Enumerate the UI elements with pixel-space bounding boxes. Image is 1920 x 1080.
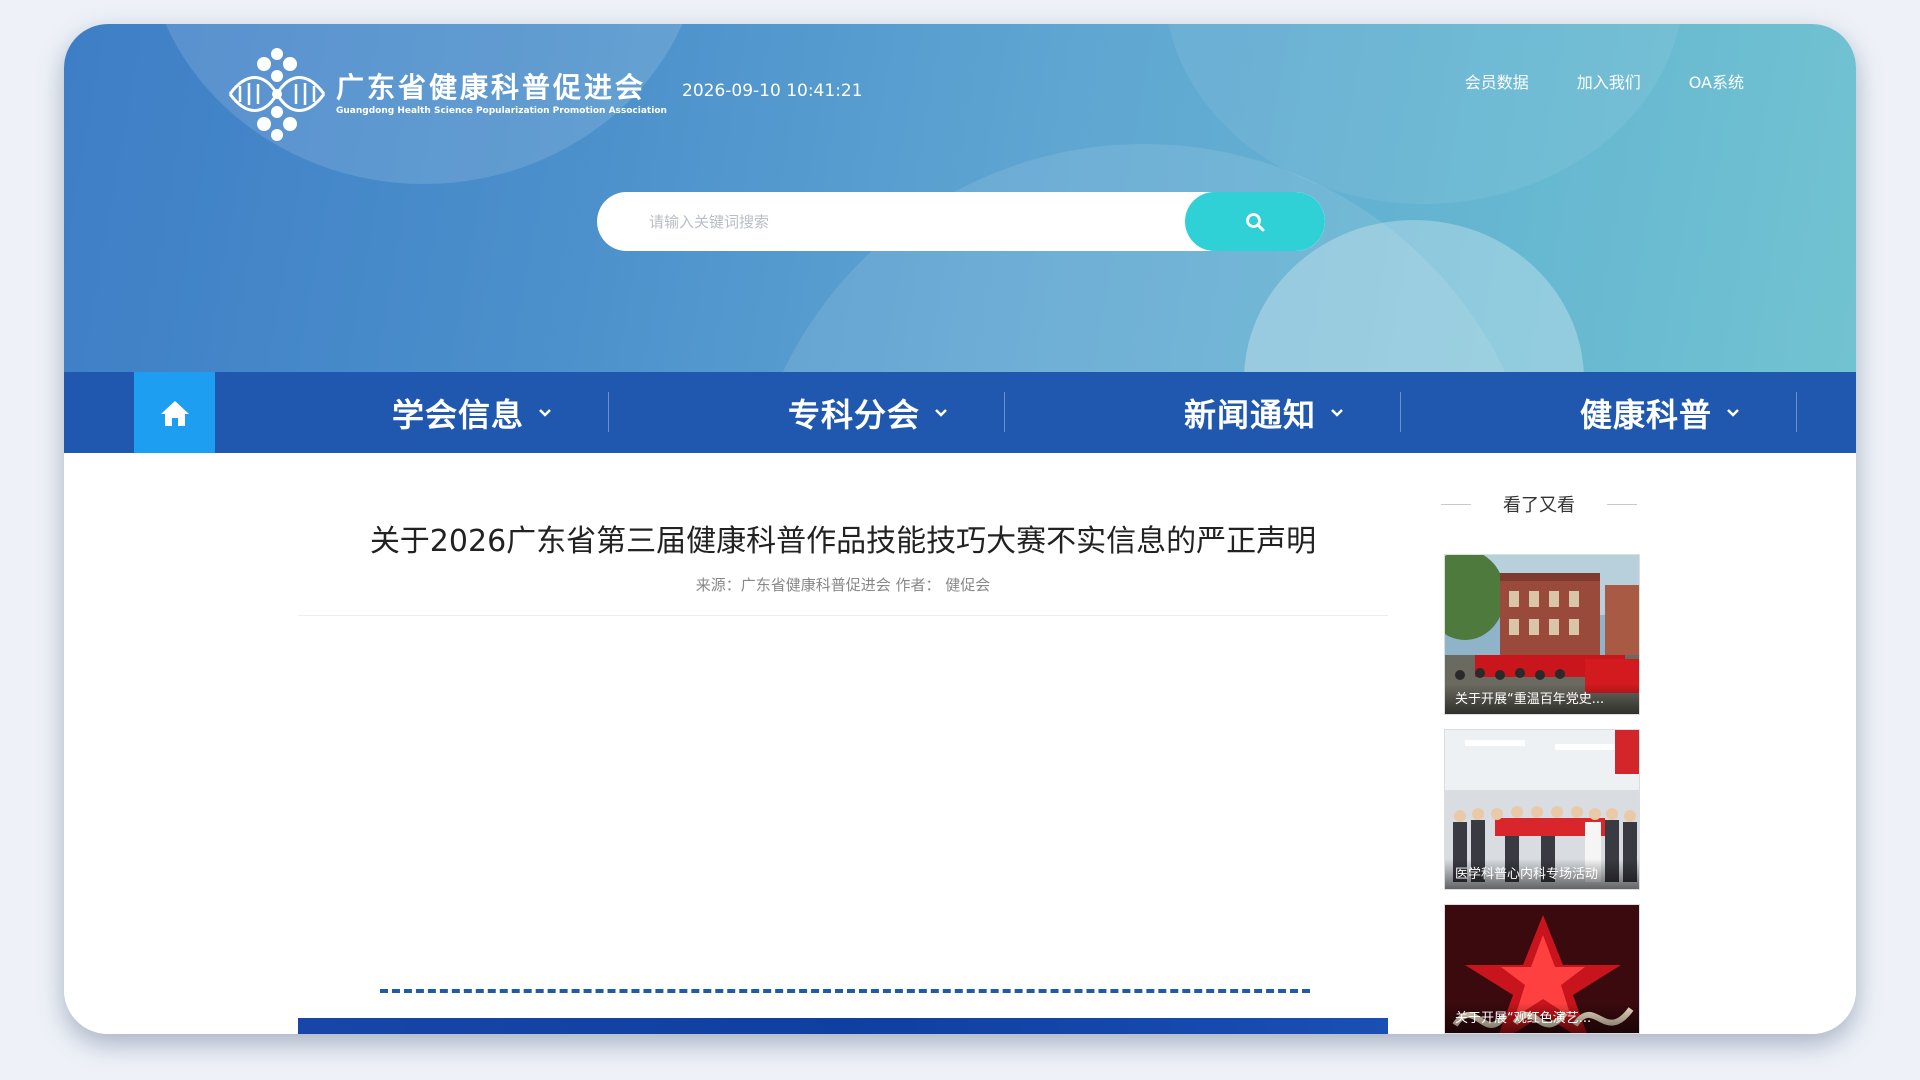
- home-icon: [160, 400, 189, 426]
- main-nav: 学会信息 专科分会 新闻通知 健康科普: [64, 372, 1856, 453]
- search-icon: [1246, 212, 1265, 231]
- site-name-cn: 广东省健康科普促进会: [336, 71, 647, 104]
- dna-logo-icon: [228, 48, 326, 141]
- main-content: 关于2026广东省第三届健康科普作品技能技巧大赛不实信息的严正声明 来源：广东省…: [64, 453, 1856, 1034]
- current-datetime: 2026-09-10 10:41:21: [682, 81, 863, 101]
- chevron-down-icon: [1727, 408, 1739, 417]
- chevron-down-icon: [539, 408, 551, 417]
- top-links: 会员数据 加入我们 OA系统: [1417, 68, 1744, 98]
- sidebar-heading: 看了又看: [1441, 491, 1637, 517]
- nav-label: 学会信息: [391, 395, 524, 434]
- member-data-link[interactable]: 会员数据: [1465, 68, 1529, 98]
- browser-page: 广东省健康科普促进会 Guangdong Health Science Popu…: [64, 24, 1856, 1034]
- article-meta: 来源：广东省健康科普促进会 作者： 健促会: [695, 576, 991, 594]
- site-name-en: Guangdong Health Science Popularization …: [336, 106, 667, 116]
- site-header: 广东省健康科普促进会 Guangdong Health Science Popu…: [64, 24, 1856, 372]
- nav-item-specialty-branches[interactable]: 专科分会: [670, 372, 1066, 453]
- dashed-divider: [380, 989, 1310, 993]
- nav-item-society-info[interactable]: 学会信息: [274, 372, 670, 453]
- nav-item-news[interactable]: 新闻通知: [1066, 372, 1462, 453]
- search-input[interactable]: [597, 192, 1197, 251]
- divider: [298, 615, 1388, 616]
- sidebar-item[interactable]: 关于开展“观红色演艺...: [1444, 904, 1640, 1034]
- sidebar-item[interactable]: 关于开展“重温百年党史...: [1444, 554, 1640, 715]
- sidebar-item-caption: 关于开展“重温百年党史...: [1445, 684, 1639, 714]
- article-title: 关于2026广东省第三届健康科普作品技能技巧大赛不实信息的严正声明: [369, 524, 1317, 559]
- article-banner-image: [298, 1018, 1388, 1034]
- sidebar-heading-text: 看了又看: [1503, 495, 1575, 516]
- nav-label: 专科分会: [787, 395, 920, 434]
- search-bar: [597, 192, 1325, 251]
- sidebar-item-caption: 医学科普心内科专场活动: [1445, 859, 1639, 889]
- search-button[interactable]: [1185, 192, 1325, 251]
- site-logo[interactable]: 广东省健康科普促进会 Guangdong Health Science Popu…: [224, 46, 667, 142]
- oa-system-link[interactable]: OA系统: [1689, 68, 1744, 98]
- home-button[interactable]: [134, 372, 215, 453]
- nav-label: 健康科普: [1579, 395, 1712, 434]
- join-us-link[interactable]: 加入我们: [1577, 68, 1641, 98]
- sidebar-item[interactable]: 医学科普心内科专场活动: [1444, 729, 1640, 890]
- chevron-down-icon: [935, 408, 947, 417]
- nav-label: 新闻通知: [1183, 395, 1316, 434]
- chevron-down-icon: [1331, 408, 1343, 417]
- sidebar-item-caption: 关于开展“观红色演艺...: [1445, 1003, 1639, 1033]
